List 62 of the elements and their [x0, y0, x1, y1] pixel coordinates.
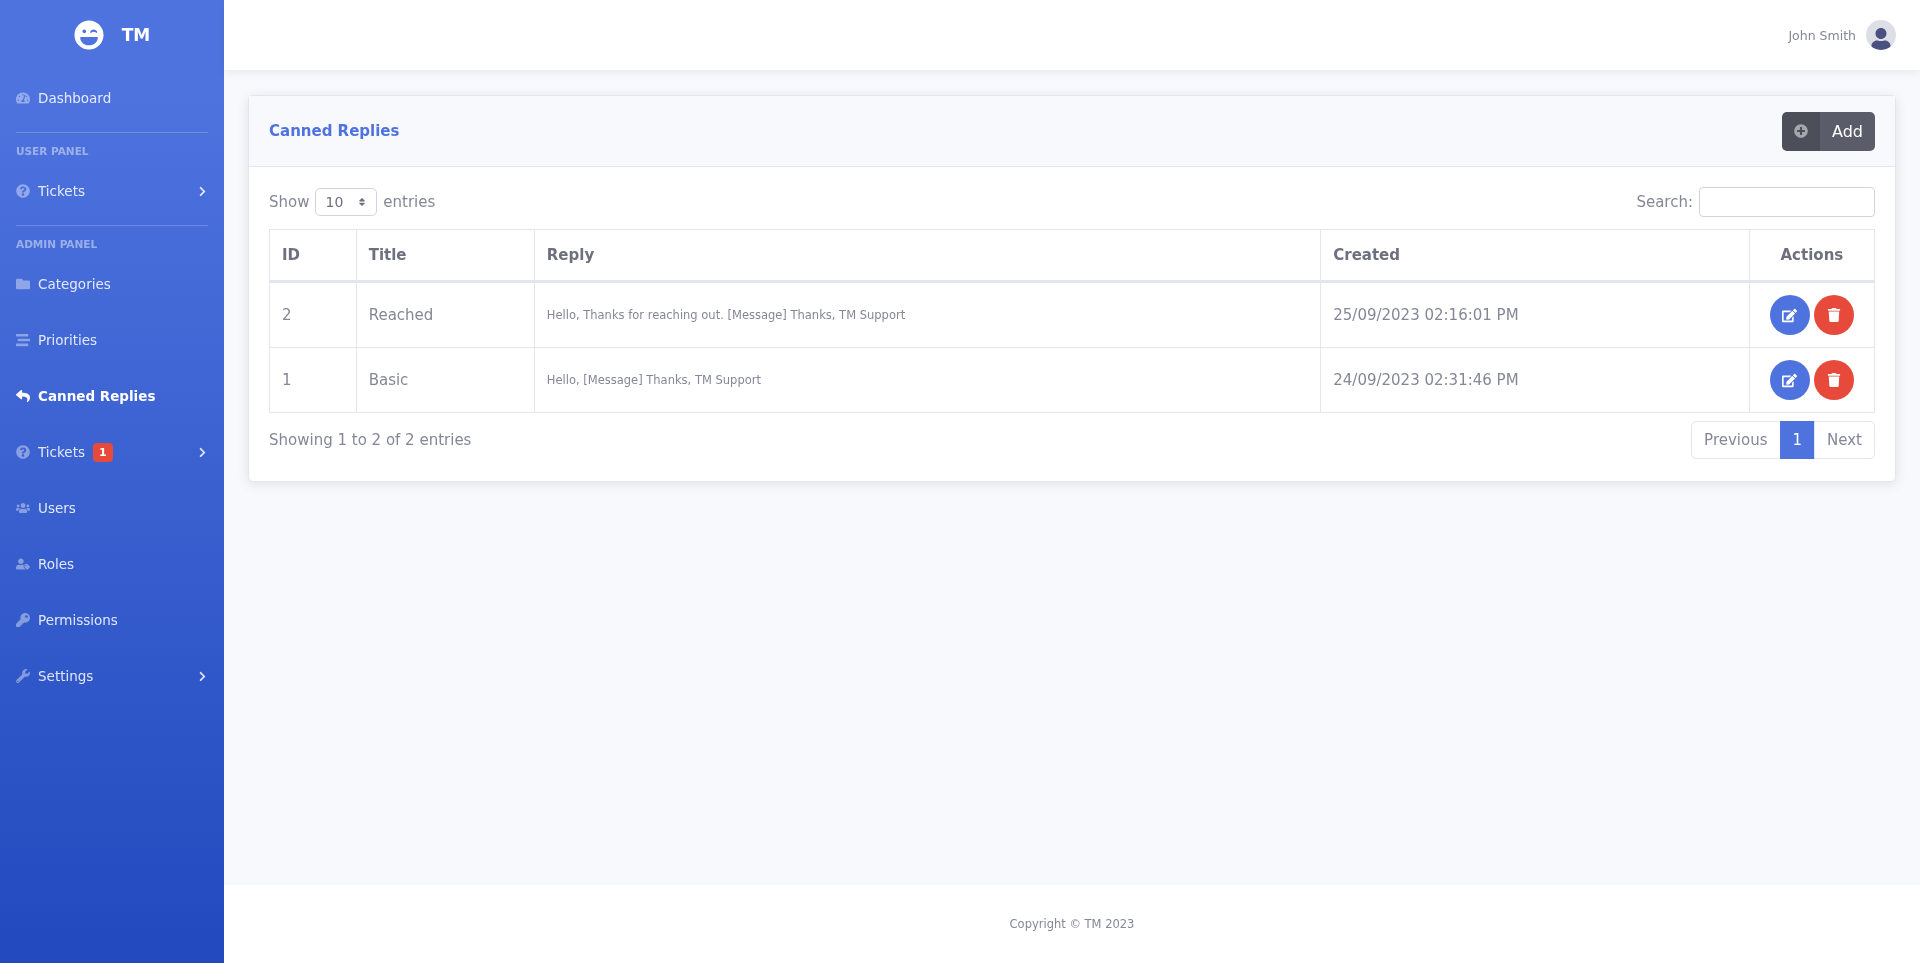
- avatar-icon[interactable]: [1866, 20, 1896, 50]
- plus-icon: [1794, 124, 1808, 138]
- nav-item[interactable]: Canned Replies: [16, 368, 208, 424]
- search-label: Search:: [1636, 193, 1693, 211]
- logo-icon: [73, 20, 104, 50]
- entries-label: entries: [383, 193, 436, 211]
- card-title: Canned Replies: [269, 122, 400, 140]
- delete-button[interactable]: [1813, 295, 1854, 335]
- table-cell: Reached: [356, 281, 535, 348]
- nav-item[interactable]: Priorities: [16, 312, 208, 368]
- section-heading: ADMIN PANEL: [16, 238, 99, 252]
- search-field[interactable]: [1699, 187, 1875, 217]
- users-icon: [16, 501, 30, 515]
- nav-item[interactable]: Tickets 1: [16, 424, 208, 480]
- reply-icon: [16, 389, 30, 403]
- edit-icon: [1782, 307, 1798, 323]
- table-cell: Hello, [Message] Thanks, TM Support: [534, 347, 1321, 413]
- trash-icon: [1826, 373, 1841, 387]
- user-name[interactable]: John Smith: [1788, 27, 1856, 43]
- entries-select[interactable]: 10: [315, 188, 378, 216]
- nav-item[interactable]: Roles: [16, 536, 208, 592]
- nav-item[interactable]: Dashboard: [16, 70, 208, 126]
- edit-button[interactable]: [1769, 360, 1810, 400]
- section-heading: USER PANEL: [16, 145, 90, 159]
- column-header[interactable]: Title: [356, 229, 535, 282]
- table-cell: Hello, Thanks for reaching out. [Message] Thanks, TM Support: [534, 281, 1321, 348]
- key-icon: [16, 613, 30, 627]
- gauge-icon: [16, 91, 30, 105]
- column-header[interactable]: Actions: [1749, 229, 1875, 282]
- question-icon: [16, 445, 30, 459]
- table-cell: 1: [269, 347, 357, 413]
- page-button[interactable]: 1: [1779, 421, 1816, 459]
- sort-icon: [357, 197, 368, 207]
- nav-item[interactable]: Settings: [16, 648, 208, 704]
- edit-button[interactable]: [1769, 295, 1810, 335]
- nav-item[interactable]: Permissions: [16, 592, 208, 648]
- trash-icon: [1826, 308, 1841, 322]
- user-tag-icon: [16, 557, 30, 571]
- copyright-text: Copyright © TM 2023: [1009, 917, 1135, 931]
- table-cell: 25/09/2023 02:16:01 PM: [1320, 281, 1750, 348]
- show-label: Show: [269, 193, 310, 211]
- folder-icon: [16, 277, 30, 291]
- page-button[interactable]: Previous: [1691, 421, 1781, 459]
- wrench-icon: [16, 669, 30, 683]
- nav-item[interactable]: Users: [16, 480, 208, 536]
- list-icon: [16, 333, 30, 347]
- brand-name: TM: [121, 25, 151, 45]
- column-header[interactable]: ID: [269, 229, 357, 282]
- count-badge: 1: [93, 442, 113, 462]
- table-cell: Basic: [356, 347, 535, 413]
- page-button[interactable]: Next: [1814, 421, 1875, 459]
- table-cell: 2: [269, 281, 357, 348]
- edit-icon: [1782, 372, 1798, 388]
- add-button[interactable]: Add: [1782, 111, 1875, 151]
- question-icon: [16, 184, 30, 198]
- delete-button[interactable]: [1813, 360, 1854, 400]
- nav-item[interactable]: Tickets: [16, 163, 208, 219]
- table-info: Showing 1 to 2 of 2 entries: [269, 431, 472, 449]
- column-header[interactable]: Reply: [534, 229, 1321, 282]
- column-header[interactable]: Created: [1320, 229, 1750, 282]
- nav-item[interactable]: Categories: [16, 256, 208, 312]
- table-cell: 24/09/2023 02:31:46 PM: [1320, 347, 1750, 413]
